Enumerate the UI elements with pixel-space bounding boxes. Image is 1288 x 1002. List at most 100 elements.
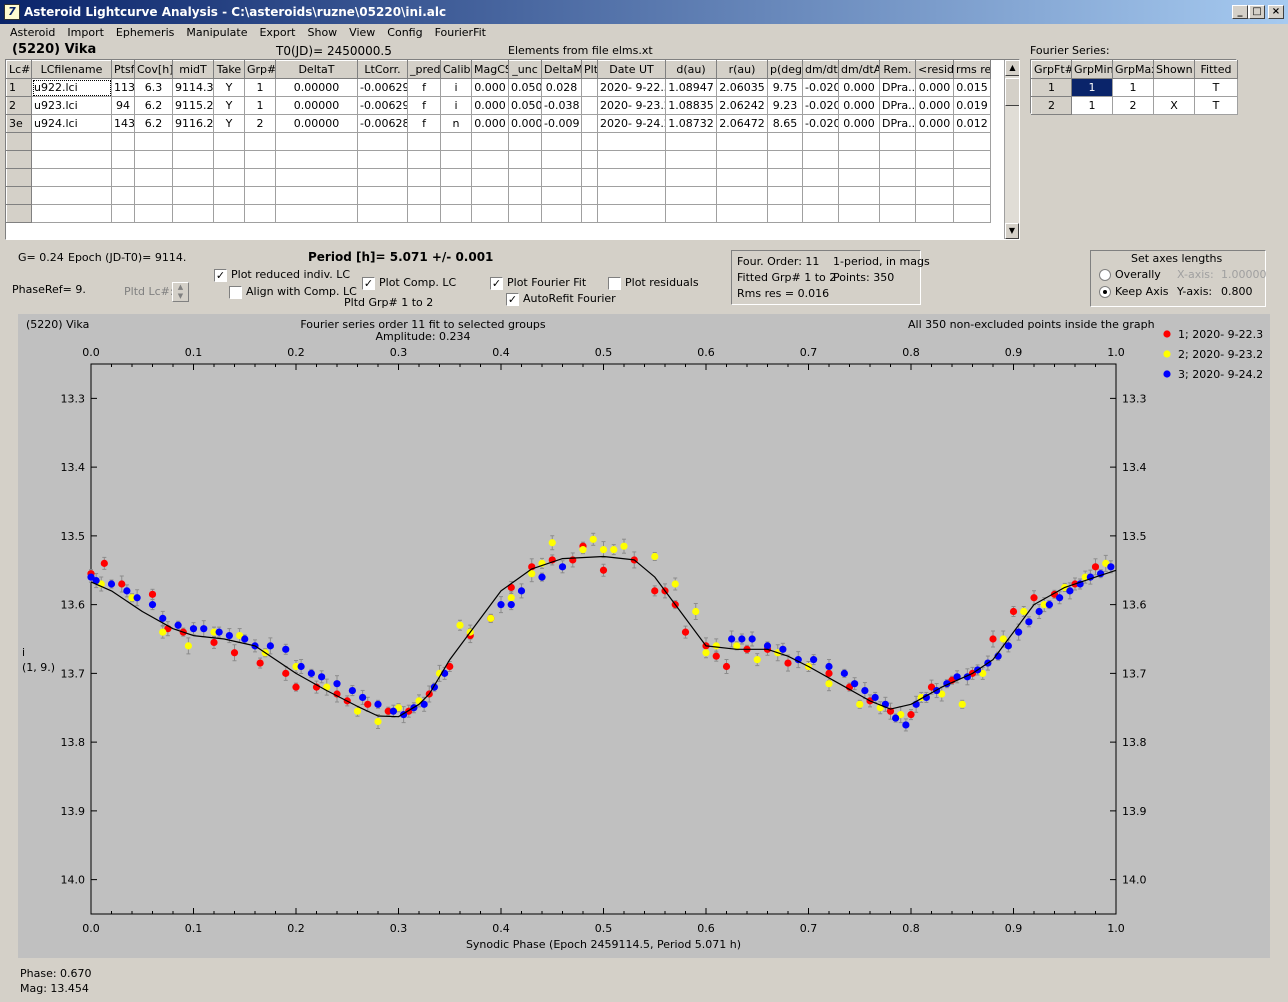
lc-cell-empty[interactable] — [6, 204, 32, 223]
data-point-series-1[interactable] — [1091, 563, 1100, 571]
lc-cell[interactable]: 0.00000 — [275, 114, 358, 133]
table-row[interactable]: 212XT — [1031, 96, 1238, 115]
lc-column-header[interactable]: r(au) — [716, 60, 768, 79]
data-point-series-2[interactable] — [374, 717, 382, 726]
lc-column-header[interactable]: Cov[h] — [134, 60, 173, 79]
scroll-up-icon[interactable]: ▲ — [1005, 60, 1019, 76]
lc-column-header[interactable]: Take — [213, 60, 245, 79]
data-point-series-3[interactable] — [558, 563, 567, 571]
lc-cell-empty[interactable] — [581, 204, 598, 223]
lc-cell-empty[interactable] — [665, 186, 717, 205]
lc-cell-empty[interactable] — [597, 168, 666, 187]
data-point-series-3[interactable] — [507, 601, 515, 609]
data-point-series-3[interactable] — [851, 680, 859, 688]
keep-axis-radio[interactable]: Keep Axis — [1099, 285, 1169, 298]
lc-cell-empty[interactable] — [172, 132, 214, 151]
data-point-series-3[interactable] — [225, 631, 233, 640]
lc-cell-empty[interactable] — [879, 132, 916, 151]
lc-cell-empty[interactable] — [275, 186, 358, 205]
ft-column-header[interactable]: Shown — [1153, 60, 1195, 79]
lc-cell-empty[interactable] — [508, 150, 542, 169]
table-scrollbar[interactable]: ▲ ▼ — [1004, 60, 1019, 239]
lc-column-header[interactable]: DeltaM — [541, 60, 582, 79]
lc-cell-empty[interactable] — [407, 168, 441, 187]
data-point-series-3[interactable] — [728, 635, 736, 643]
data-point-series-3[interactable] — [825, 662, 833, 671]
ft-cell[interactable]: 1 — [1071, 78, 1113, 97]
lc-cell-empty[interactable] — [597, 186, 666, 205]
lc-cell[interactable]: -0.00629 — [357, 78, 408, 97]
data-point-series-1[interactable] — [118, 580, 126, 588]
lc-cell-empty[interactable] — [31, 132, 112, 151]
data-point-series-2[interactable] — [620, 542, 628, 550]
lc-cell[interactable]: 94 — [111, 96, 135, 115]
ft-cell[interactable]: 2 — [1112, 96, 1154, 115]
lc-cell-empty[interactable] — [879, 150, 916, 169]
lc-cell-empty[interactable] — [213, 186, 245, 205]
lc-cell-empty[interactable] — [915, 132, 954, 151]
plot-comp-lc-checkbox[interactable]: ✓ Plot Comp. LC — [362, 276, 456, 290]
lc-cell-empty[interactable] — [879, 204, 916, 223]
lc-cell-empty[interactable] — [213, 150, 245, 169]
lc-cell-empty[interactable] — [440, 168, 472, 187]
lc-cell-empty[interactable] — [357, 150, 408, 169]
ft-cell[interactable] — [1153, 78, 1195, 97]
ft-cell[interactable]: 1 — [1071, 96, 1113, 115]
data-point-series-2[interactable] — [651, 552, 659, 561]
checkbox-empty-icon[interactable] — [608, 276, 621, 290]
lc-cell[interactable]: 113 — [111, 78, 135, 97]
lightcurve-chart[interactable]: 0.0 0.0 0.1 0.1 0.2 0.2 0.3 0.3 0.4 0.4 0.5 0.5 0.6 0… — [18, 314, 1270, 958]
data-point-series-1[interactable] — [148, 590, 157, 598]
data-point-series-2[interactable] — [579, 546, 587, 554]
ft-cell[interactable]: 2 — [1031, 96, 1072, 115]
lc-cell[interactable]: -0.020 — [802, 96, 839, 115]
lc-cell-empty[interactable] — [357, 204, 408, 223]
data-point-series-3[interactable] — [902, 721, 910, 729]
lc-cell-empty[interactable] — [172, 168, 214, 187]
lc-cell-empty[interactable] — [838, 186, 880, 205]
lc-cell-empty[interactable] — [134, 150, 173, 169]
data-point-series-2[interactable] — [825, 680, 833, 688]
lc-cell-empty[interactable] — [471, 132, 509, 151]
checkbox-empty-icon[interactable] — [229, 285, 242, 299]
lc-cell[interactable]: f — [407, 78, 441, 97]
lightcurve-table[interactable]: Lc# LCfilename Ptsf Cov[h] midT Take Grp# Delta… — [5, 59, 1020, 240]
lc-cell[interactable]: 6.2 — [134, 114, 173, 133]
lc-cell[interactable]: 9.23 — [767, 96, 803, 115]
lc-cell-empty[interactable] — [134, 204, 173, 223]
data-point-series-3[interactable] — [123, 587, 131, 595]
table-row-empty[interactable] — [6, 150, 991, 169]
lc-cell-empty[interactable] — [471, 168, 509, 187]
lc-cell[interactable]: 0.000 — [915, 78, 954, 97]
ft-cell[interactable]: T — [1194, 96, 1238, 115]
lc-cell-empty[interactable] — [6, 168, 32, 187]
lc-cell[interactable]: i — [440, 96, 472, 115]
lc-cell-empty[interactable] — [838, 204, 880, 223]
pltd-lc-spinner[interactable]: ▲ ▼ — [172, 282, 189, 302]
lc-cell-empty[interactable] — [665, 204, 717, 223]
minimize-window-button[interactable]: _ — [1232, 5, 1248, 19]
lc-cell-empty[interactable] — [440, 132, 472, 151]
data-point-series-2[interactable] — [712, 642, 720, 650]
lc-cell-empty[interactable] — [716, 204, 768, 223]
table-row[interactable]: 2 u923.lci 94 6.2 9115.2 Y 1 0.00000 -0.00629 f i 0… — [6, 96, 991, 115]
lc-cell[interactable]: 0.000 — [838, 96, 880, 115]
lc-cell-empty[interactable] — [134, 132, 173, 151]
lc-cell-empty[interactable] — [767, 132, 803, 151]
data-point-series-3[interactable] — [1056, 594, 1064, 602]
lc-cell[interactable]: 9116.2 — [172, 114, 214, 133]
lc-column-header[interactable]: <resid> — [915, 60, 954, 79]
data-point-series-3[interactable] — [282, 645, 290, 653]
lc-cell-empty[interactable] — [111, 186, 135, 205]
data-point-series-2[interactable] — [958, 700, 966, 708]
lc-cell[interactable]: -0.00629 — [357, 96, 408, 115]
lc-cell-empty[interactable] — [838, 150, 880, 169]
table-row[interactable]: 1 u922.lci 113 6.3 9114.3 Y 1 0.00000 -0.00629 f i… — [6, 78, 991, 97]
lc-cell-empty[interactable] — [213, 168, 245, 187]
lc-cell[interactable]: 9.75 — [767, 78, 803, 97]
data-point-series-3[interactable] — [871, 693, 879, 702]
lc-cell-empty[interactable] — [597, 150, 666, 169]
lc-cell-empty[interactable] — [838, 168, 880, 187]
data-point-series-1[interactable] — [651, 587, 659, 595]
menu-asteroid[interactable]: Asteroid — [4, 24, 61, 41]
